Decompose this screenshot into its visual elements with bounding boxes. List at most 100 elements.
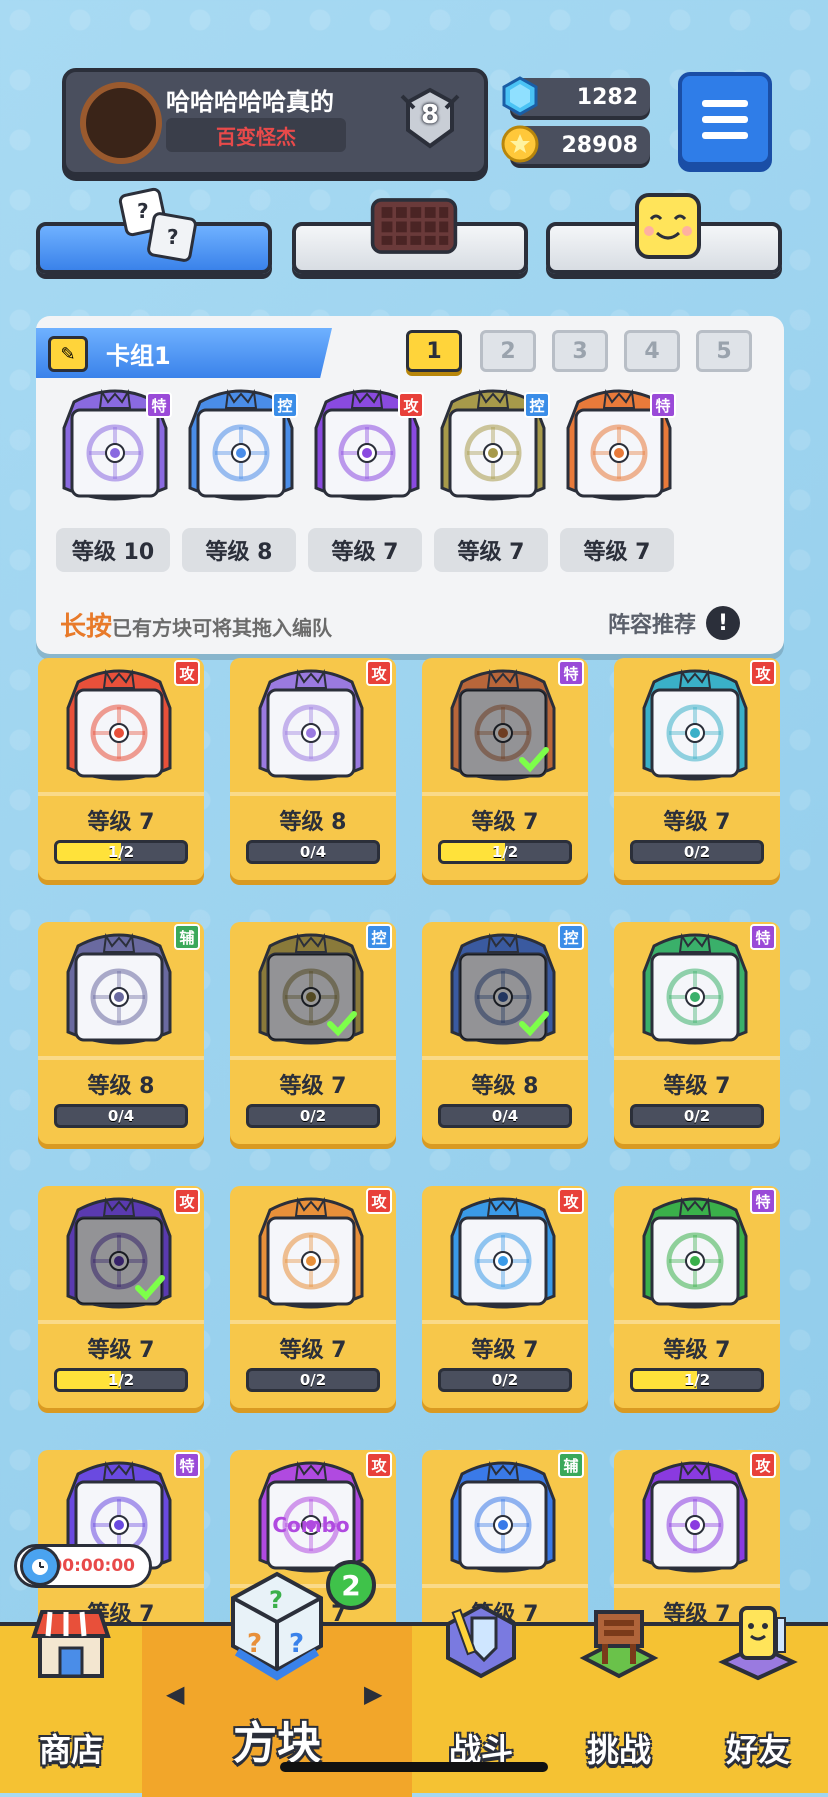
card-type-tag: 攻 <box>174 1188 200 1214</box>
upgrade-progress-bar: 0/2 <box>630 1104 764 1128</box>
block-card[interactable]: 攻等级 7 0/2 <box>614 658 780 880</box>
deck-slot-level: 等级 8 <box>182 528 296 572</box>
block-card[interactable]: 攻等级 7 1/2 <box>38 658 204 880</box>
nav-prev-arrow[interactable]: ◀ <box>166 1680 184 1708</box>
deck-title-text: 卡组1 <box>106 341 171 370</box>
menu-line <box>702 99 748 107</box>
svg-text:?: ? <box>289 1629 304 1659</box>
pencil-icon[interactable]: ✎ <box>48 336 88 372</box>
card-type-tag: 控 <box>524 392 550 418</box>
deck-slot[interactable]: 攻 <box>308 389 426 510</box>
svg-text:?: ? <box>247 1629 262 1659</box>
card-type-tag: 攻 <box>750 1452 776 1478</box>
block-card[interactable]: 控等级 8 0/4 <box>422 922 588 1144</box>
progress-text: 0/4 <box>491 1107 519 1125</box>
hint-text: 已有方块可将其拖入编队 <box>112 616 333 640</box>
block-art-icon <box>630 664 760 794</box>
deck-slot[interactable]: 控 <box>434 389 552 510</box>
deck-tab-label: 1 <box>426 338 442 364</box>
card-type-tag: 辅 <box>558 1452 584 1478</box>
block-art-icon <box>246 928 376 1058</box>
card-type-tag: 攻 <box>398 392 424 418</box>
shop-icon <box>26 1596 116 1690</box>
block-card[interactable]: 特等级 7 1/2 <box>422 658 588 880</box>
svg-text:?: ? <box>269 1586 283 1614</box>
nav-label: 好友 <box>725 1731 790 1769</box>
progress-text: 0/4 <box>299 843 327 861</box>
rank-number: 8 <box>420 100 440 130</box>
block-card[interactable]: 攻等级 7 1/2 <box>38 1186 204 1408</box>
progress-text: 0/2 <box>299 1371 327 1389</box>
home-indicator[interactable] <box>280 1762 548 1772</box>
coin-count: 28908 <box>561 132 638 158</box>
card-level: 等级 8 <box>87 1074 155 1099</box>
block-card[interactable]: 控等级 7 0/2 <box>230 922 396 1144</box>
menu-line <box>702 131 748 139</box>
tab-board[interactable] <box>292 198 528 274</box>
block-card[interactable]: 攻等级 8 0/4 <box>230 658 396 880</box>
deck-panel: 卡组1 ✎ 1 2 3 4 5 特等级 10 控等级 8 攻等级 7 控等级 7 特等级… <box>36 316 784 654</box>
deck-tab-label: 3 <box>572 338 588 364</box>
block-card[interactable]: 攻等级 7 0/2 <box>230 1186 396 1408</box>
card-divider <box>230 1320 396 1324</box>
card-divider <box>38 792 204 796</box>
card-level: 等级 7 <box>471 1338 539 1363</box>
tab-dice[interactable]: ? ? <box>36 187 272 274</box>
upgrade-progress-bar: 0/2 <box>246 1368 380 1392</box>
card-type-tag: 攻 <box>366 1452 392 1478</box>
recommend-label: 阵容推荐 <box>608 613 697 638</box>
block-card[interactable]: 辅等级 8 0/4 <box>38 922 204 1144</box>
nav-shop[interactable]: 商店 <box>0 1610 142 1797</box>
tab-emoji[interactable] <box>546 193 782 274</box>
deck-tab-2[interactable]: 2 <box>480 330 536 372</box>
lineup-recommend-button[interactable]: 阵容推荐 ! <box>608 606 741 640</box>
card-type-tag: 特 <box>750 1188 776 1214</box>
progress-text: 0/2 <box>683 843 711 861</box>
svg-text:Combo: Combo <box>272 1513 349 1537</box>
nav-friends[interactable]: 好友 <box>688 1606 828 1797</box>
progress-text: 1/2 <box>107 843 135 861</box>
menu-button[interactable] <box>678 72 772 166</box>
deck-tab-1[interactable]: 1 <box>406 330 462 372</box>
card-type-tag: 攻 <box>750 660 776 686</box>
upgrade-progress-bar: 0/2 <box>246 1104 380 1128</box>
card-divider <box>422 792 588 796</box>
apple-icon <box>80 82 162 164</box>
block-card[interactable]: 特等级 7 1/2 <box>614 1186 780 1408</box>
block-art-icon <box>630 928 760 1058</box>
menu-line <box>702 115 748 123</box>
nav-label: 商店 <box>38 1731 103 1769</box>
nav-label: 挑战 <box>586 1731 651 1769</box>
deck-slot[interactable]: 特 <box>560 389 678 510</box>
card-type-tag: 攻 <box>366 660 392 686</box>
blocks-notification-badge: 2 <box>326 1560 376 1610</box>
deck-tab-5[interactable]: 5 <box>696 330 752 372</box>
gem-count: 1282 <box>576 84 638 110</box>
card-level: 等级 7 <box>279 1338 347 1363</box>
card-type-tag: 特 <box>146 392 172 418</box>
block-card[interactable]: 攻等级 7 0/2 <box>422 1186 588 1408</box>
deck-slot[interactable]: 特 <box>56 389 174 510</box>
block-art-icon <box>438 664 568 794</box>
nav-challenge[interactable]: 挑战 <box>550 1610 688 1797</box>
friends-icon <box>713 1596 803 1690</box>
upgrade-progress-bar: 1/2 <box>54 840 188 864</box>
card-divider <box>38 1320 204 1324</box>
block-card[interactable]: 特等级 7 0/2 <box>614 922 780 1144</box>
card-level: 等级 7 <box>663 1338 731 1363</box>
deck-tab-label: 4 <box>644 338 660 364</box>
rank-badge-icon: 8 <box>400 86 460 150</box>
deck-tab-3[interactable]: 3 <box>552 330 608 372</box>
card-type-tag: 攻 <box>558 1188 584 1214</box>
deck-tab-4[interactable]: 4 <box>624 330 680 372</box>
drag-hint: 长按已有方块可将其拖入编队 <box>60 606 332 643</box>
deck-slot[interactable]: 控 <box>182 389 300 510</box>
deck-slot-level: 等级 7 <box>560 528 674 572</box>
player-profile-panel[interactable]: 哈哈哈哈哈真的 百变怪杰 8 <box>62 68 488 176</box>
upgrade-progress-bar: 0/2 <box>630 840 764 864</box>
nav-next-arrow[interactable]: ▶ <box>364 1680 382 1708</box>
card-level: 等级 7 <box>663 810 731 835</box>
card-divider <box>230 1056 396 1060</box>
coin-icon <box>500 124 540 164</box>
battle-icon <box>436 1596 526 1690</box>
